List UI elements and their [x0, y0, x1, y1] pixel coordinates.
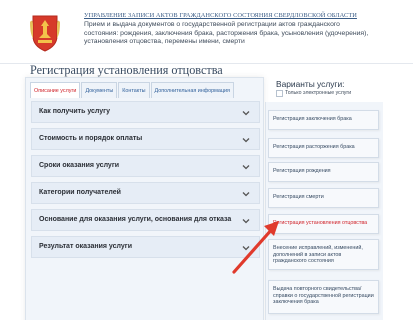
- accordion-label: Стоимость и порядок оплаты: [39, 135, 143, 142]
- accordion-label: Сроки оказания услуги: [39, 162, 120, 169]
- accordion-how-to-get[interactable]: Как получить услугу: [31, 101, 260, 123]
- accordion-label: Как получить услугу: [39, 108, 110, 115]
- service-details-card: Описание услуги Документы Контакты Допол…: [25, 77, 264, 320]
- tab-contacts[interactable]: Контакты: [118, 82, 150, 98]
- accordion-terms[interactable]: Сроки оказания услуги: [31, 155, 260, 177]
- accordion-grounds[interactable]: Основание для оказания услуги, основания…: [31, 209, 260, 231]
- chevron-down-icon: [242, 219, 250, 224]
- page-title: Регистрация установления отцовства: [30, 63, 223, 77]
- chevron-down-icon: [242, 165, 250, 170]
- service-tabs: Описание услуги Документы Контакты Допол…: [30, 82, 235, 98]
- electronic-only-checkbox[interactable]: [276, 90, 283, 97]
- variant-divorce[interactable]: Регистрация расторжения брака: [268, 138, 379, 158]
- chevron-down-icon: [242, 111, 250, 116]
- accordion-label: Основание для оказания услуги, основания…: [39, 216, 232, 223]
- accordion-list: Как получить услугу Стоимость и порядок …: [31, 101, 260, 263]
- accordion-result[interactable]: Результат оказания услуги: [31, 236, 260, 258]
- chevron-down-icon: [242, 192, 250, 197]
- variant-paternity[interactable]: Регистрация установления отцовства: [268, 214, 379, 234]
- agency-title-link[interactable]: УПРАВЛЕНИЕ ЗАПИСИ АКТОВ ГРАЖДАНСКОГО СОС…: [84, 12, 404, 19]
- variant-marriage[interactable]: Регистрация заключения брака: [268, 110, 379, 130]
- accordion-cost[interactable]: Стоимость и порядок оплаты: [31, 128, 260, 150]
- variant-duplicate-certificate[interactable]: Выдача повторного свидетельства/справки …: [268, 280, 379, 314]
- electronic-only-label: Только электронные услуги: [285, 90, 352, 96]
- coat-of-arms-icon: [30, 15, 60, 52]
- variant-corrections[interactable]: Внесение исправлений, изменений, дополне…: [268, 239, 379, 270]
- tab-description[interactable]: Описание услуги: [30, 82, 81, 98]
- tab-documents[interactable]: Документы: [81, 82, 118, 98]
- variant-death[interactable]: Регистрация смерти: [268, 188, 379, 208]
- service-variants-title: Варианты услуги:: [276, 79, 345, 89]
- agency-description: Прием и выдача документов о государствен…: [84, 21, 369, 46]
- tab-additional-info[interactable]: Дополнительная информация: [150, 82, 234, 98]
- chevron-down-icon: [242, 138, 250, 143]
- accordion-recipients[interactable]: Категории получателей: [31, 182, 260, 204]
- chevron-down-icon: [242, 246, 250, 251]
- accordion-label: Результат оказания услуги: [39, 243, 132, 250]
- variant-birth[interactable]: Регистрация рождения: [268, 162, 379, 182]
- accordion-label: Категории получателей: [39, 189, 121, 196]
- site-header: УПРАВЛЕНИЕ ЗАПИСИ АКТОВ ГРАЖДАНСКОГО СОС…: [0, 0, 413, 64]
